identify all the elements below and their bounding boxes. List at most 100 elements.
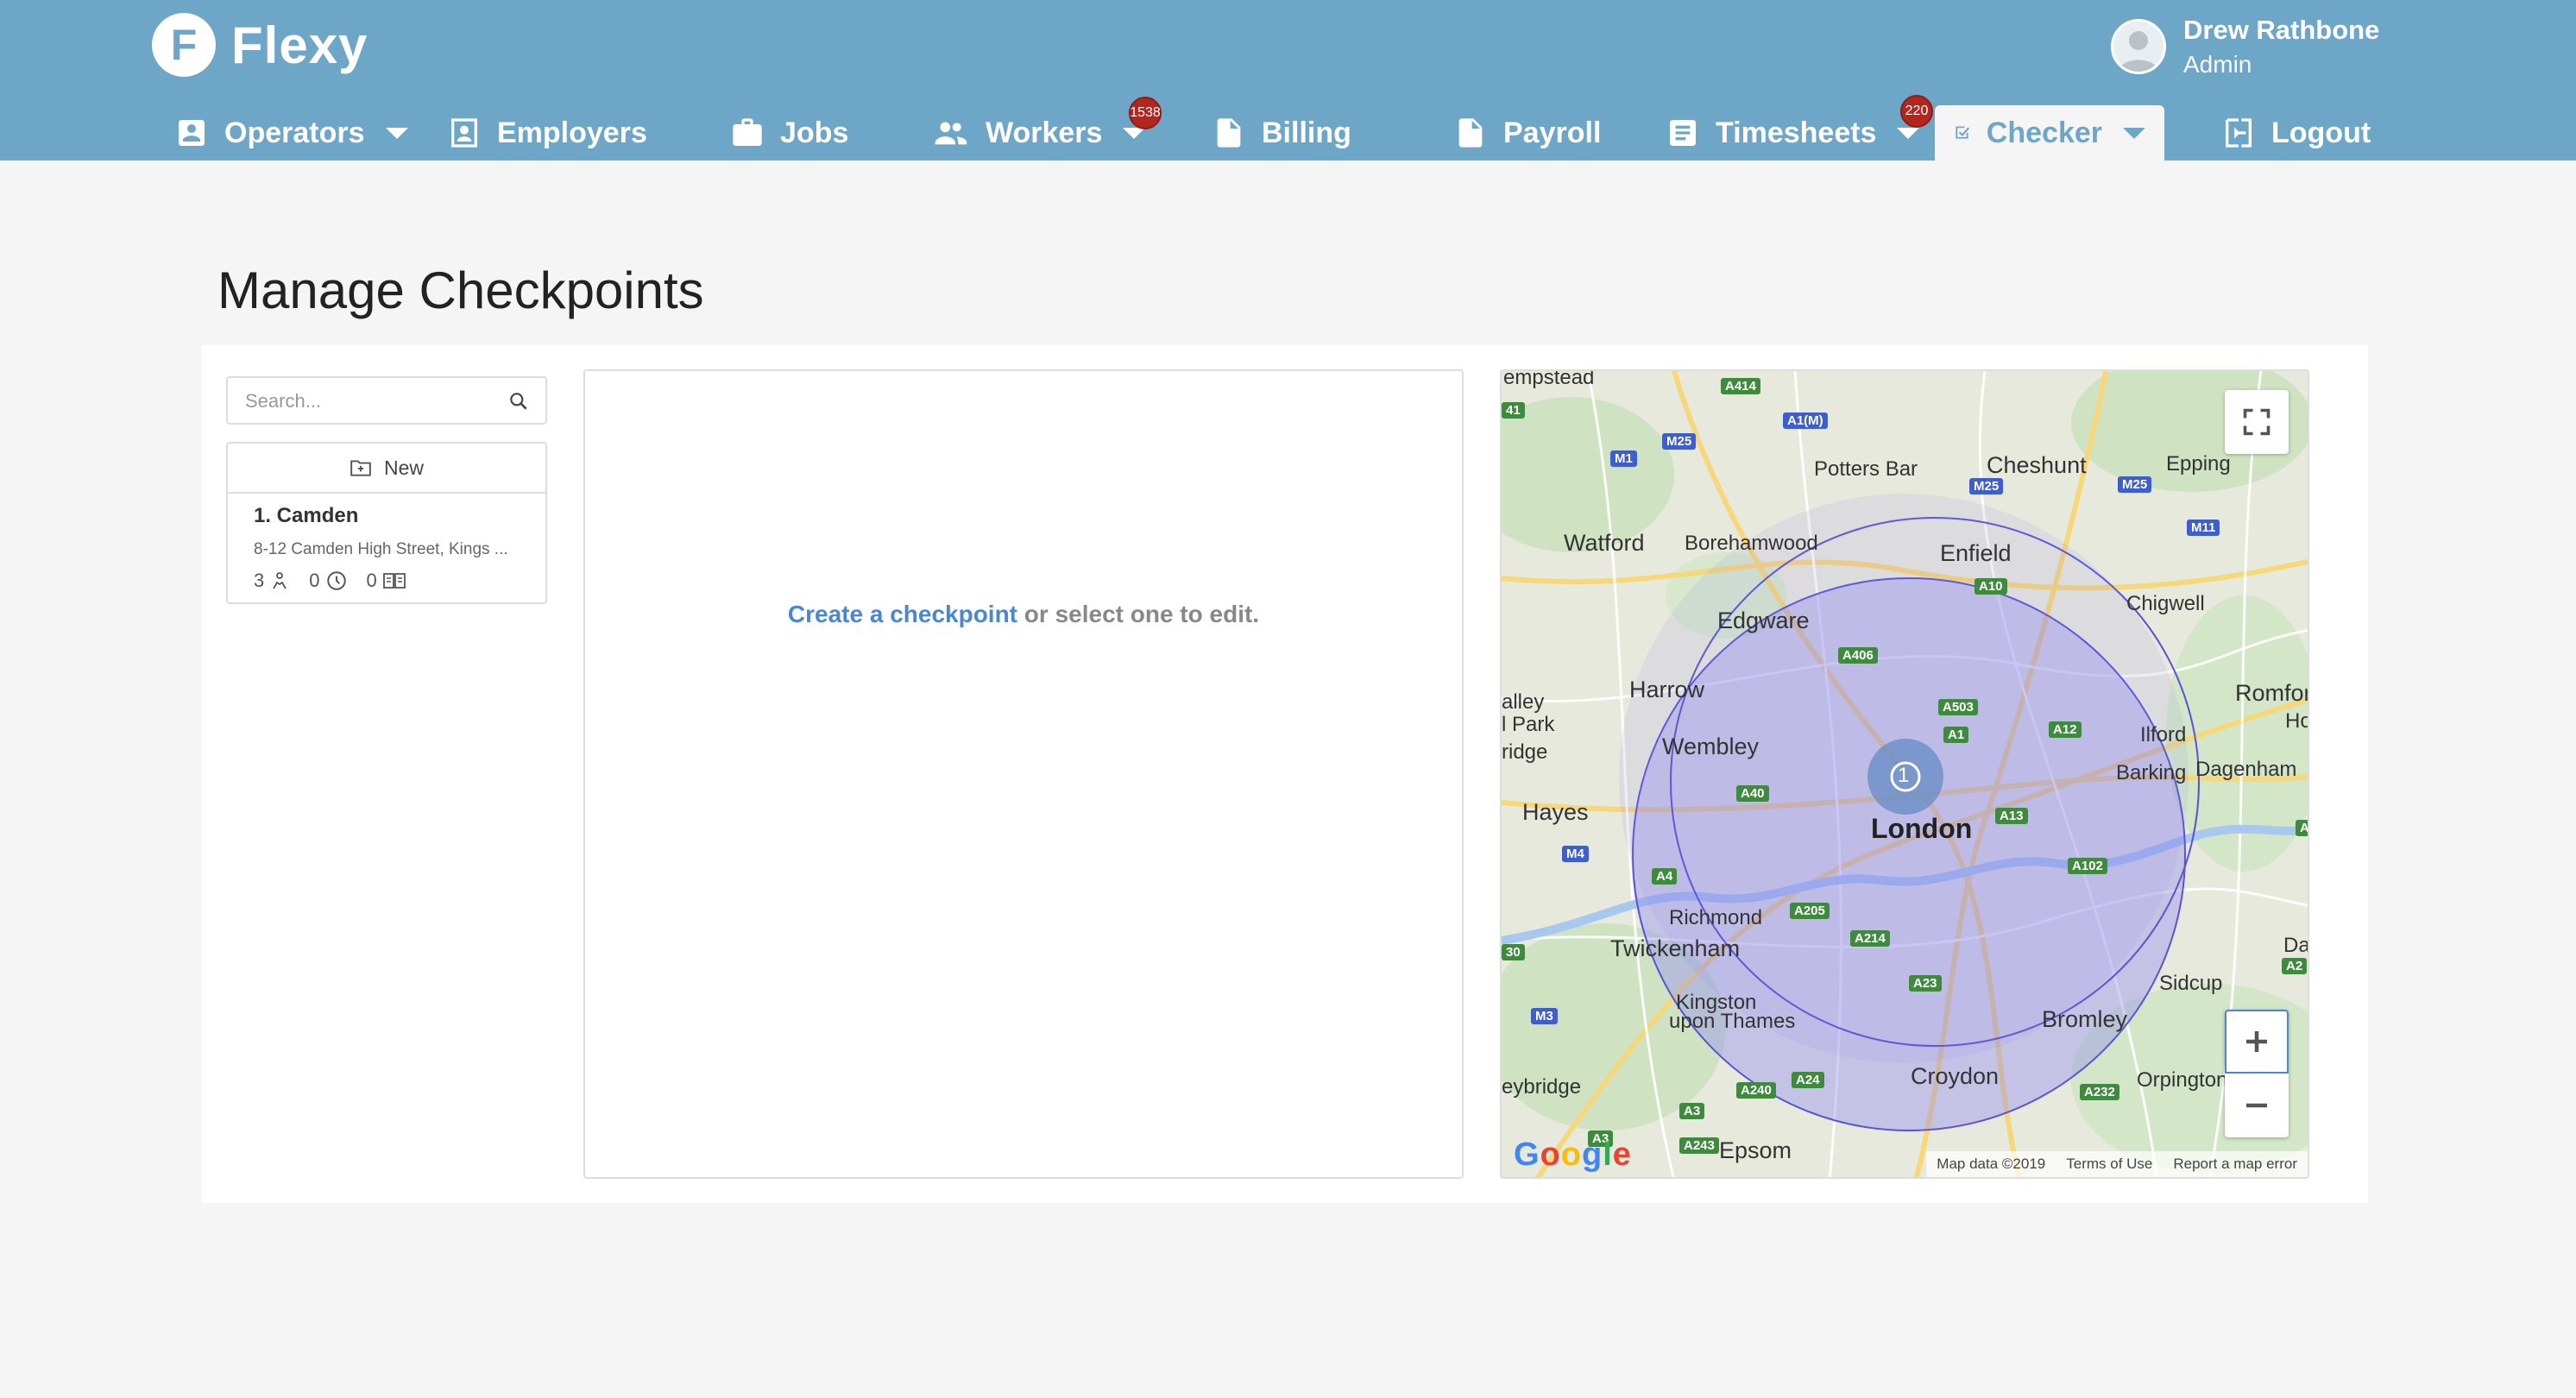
page-title: Manage Checkpoints: [217, 261, 704, 319]
list-document-icon: [1670, 120, 1696, 146]
map-label: Dagenham: [2195, 758, 2297, 781]
road-shield: A12: [2049, 721, 2082, 738]
map-marker-count[interactable]: 1: [1898, 764, 1909, 788]
map-label: Bromley: [2042, 1006, 2128, 1032]
nav-checker[interactable]: Checker: [1935, 105, 2164, 161]
map-label: Watford: [1564, 530, 1645, 556]
user-menu[interactable]: Drew Rathbone Admin: [2111, 12, 2379, 81]
map[interactable]: 1 empstead Potters Bar Cheshunt Epping W…: [1500, 369, 2309, 1179]
road-shield: A503: [1938, 699, 1978, 715]
map-label: Wembley: [1662, 734, 1760, 759]
map-label: Richmond: [1669, 906, 1763, 929]
timesheets-count-badge: 220: [1900, 95, 1933, 128]
logout-icon: [2226, 118, 2252, 148]
contact-card-icon: [451, 118, 477, 148]
road-shield: A1(M): [1783, 412, 1828, 429]
map-label: London: [1871, 813, 1973, 844]
user-role: Admin: [2183, 51, 2252, 78]
search-input[interactable]: [228, 378, 506, 425]
map-label: Cheshunt: [1987, 452, 2087, 478]
nav-workers[interactable]: Workers: [932, 105, 1146, 161]
map-label: ridge: [1502, 740, 1548, 764]
map-label: Edgware: [1717, 608, 1810, 633]
nav-payroll[interactable]: Payroll: [1453, 105, 1601, 161]
top-nav-bar: F Flexy Drew Rathbone Admin Operators Em…: [0, 0, 2576, 161]
nav-employers[interactable]: Employers: [447, 105, 647, 161]
nav-operators[interactable]: Operators: [174, 105, 408, 161]
map-data-credit: Map data ©2019: [1937, 1156, 2046, 1172]
nav-logout[interactable]: Logout: [2221, 105, 2371, 161]
fullscreen-button[interactable]: [2225, 390, 2289, 454]
map-label: Epsom: [1719, 1137, 1792, 1163]
map-label: Romfor: [2235, 680, 2309, 706]
chevron-down-icon: [2123, 127, 2145, 139]
plus-icon: [2246, 1031, 2267, 1052]
nav-jobs[interactable]: Jobs: [730, 105, 848, 161]
folder-plus-icon: [350, 460, 371, 476]
map-label: Barking: [2116, 761, 2187, 784]
map-label: Orpington: [2137, 1068, 2228, 1092]
nav-label: Jobs: [780, 116, 849, 149]
road-shield: A1: [1943, 727, 1969, 743]
nav-label: Employers: [497, 116, 647, 149]
nav-label: Checker: [1986, 116, 2102, 149]
map-label: Hayes: [1522, 799, 1589, 825]
road-shield: A406: [1838, 647, 1878, 664]
map-label: Sidcup: [2159, 972, 2223, 995]
search-icon[interactable]: [507, 390, 530, 412]
road-shield: A10: [1975, 578, 2007, 595]
new-checkpoint-button[interactable]: New: [228, 444, 545, 494]
checkpoint-name: 1. Camden: [254, 504, 359, 527]
road-shield: 41: [1502, 402, 1525, 419]
road-shield: A2: [2282, 958, 2308, 974]
workers-count: 3: [254, 570, 265, 591]
map-label: Chigwell: [2126, 592, 2205, 615]
logs-count: 0: [366, 570, 377, 591]
workers-count-badge: 1538: [1129, 97, 1162, 129]
minus-icon: [2246, 1103, 2267, 1108]
report-error-link[interactable]: Report a map error: [2173, 1156, 2297, 1173]
editor-empty-message: Create a checkpoint or select one to edi…: [585, 601, 1462, 628]
road-shield: 30: [1502, 944, 1525, 960]
road-shield: A23: [1909, 975, 1942, 992]
map-label: eybridge: [1502, 1075, 1582, 1099]
hours-count: 0: [309, 570, 320, 591]
checkpoint-editor: Create a checkpoint or select one to edi…: [583, 369, 1464, 1179]
map-label: Da: [2283, 934, 2309, 957]
nav-label: Operators: [224, 116, 365, 149]
zoom-in-button[interactable]: [2225, 1010, 2289, 1074]
map-label: Twickenham: [1610, 935, 1741, 961]
map-label: Croydon: [1911, 1063, 2000, 1089]
nav-label: Logout: [2271, 116, 2371, 149]
book-icon: [382, 573, 406, 589]
list-item[interactable]: 1. Camden 8-12 Camden High Street, Kings…: [228, 494, 545, 602]
chevron-down-icon: [385, 127, 408, 139]
map-label: Epping: [2166, 452, 2231, 475]
road-shield: A4: [1652, 868, 1678, 885]
app-logo[interactable]: F Flexy: [152, 12, 368, 78]
nav-billing[interactable]: Billing: [1212, 105, 1351, 161]
road-shield: M3: [1531, 1008, 1558, 1024]
zoom-out-button[interactable]: [2225, 1074, 2289, 1137]
road-shield: A205: [1790, 903, 1830, 919]
create-checkpoint-link[interactable]: Create a checkpoint: [788, 601, 1017, 627]
check-box-icon: [1956, 126, 1970, 139]
road-shield: A414: [1721, 378, 1760, 394]
new-label: New: [383, 456, 424, 479]
google-logo: Google: [1514, 1137, 1632, 1173]
terms-link[interactable]: Terms of Use: [2066, 1156, 2152, 1173]
nav-timesheets[interactable]: Timesheets: [1666, 105, 1920, 161]
road-shield: A240: [1736, 1082, 1776, 1099]
people-icon: [935, 122, 967, 145]
clock-icon: [326, 571, 346, 590]
road-shield: M25: [1969, 478, 2004, 494]
checkpoint-list: New 1. Camden 8-12 Camden High Street, K…: [226, 442, 547, 604]
road-shield: A214: [1850, 930, 1890, 947]
document-icon: [1217, 118, 1241, 148]
avatar: [2111, 19, 2166, 74]
map-label: empstead: [1503, 369, 1595, 389]
map-label: upon Thames: [1669, 1010, 1796, 1033]
account-box-icon: [179, 120, 205, 146]
nav-label: Workers: [986, 116, 1103, 149]
map-label: alley: [1502, 690, 1545, 714]
